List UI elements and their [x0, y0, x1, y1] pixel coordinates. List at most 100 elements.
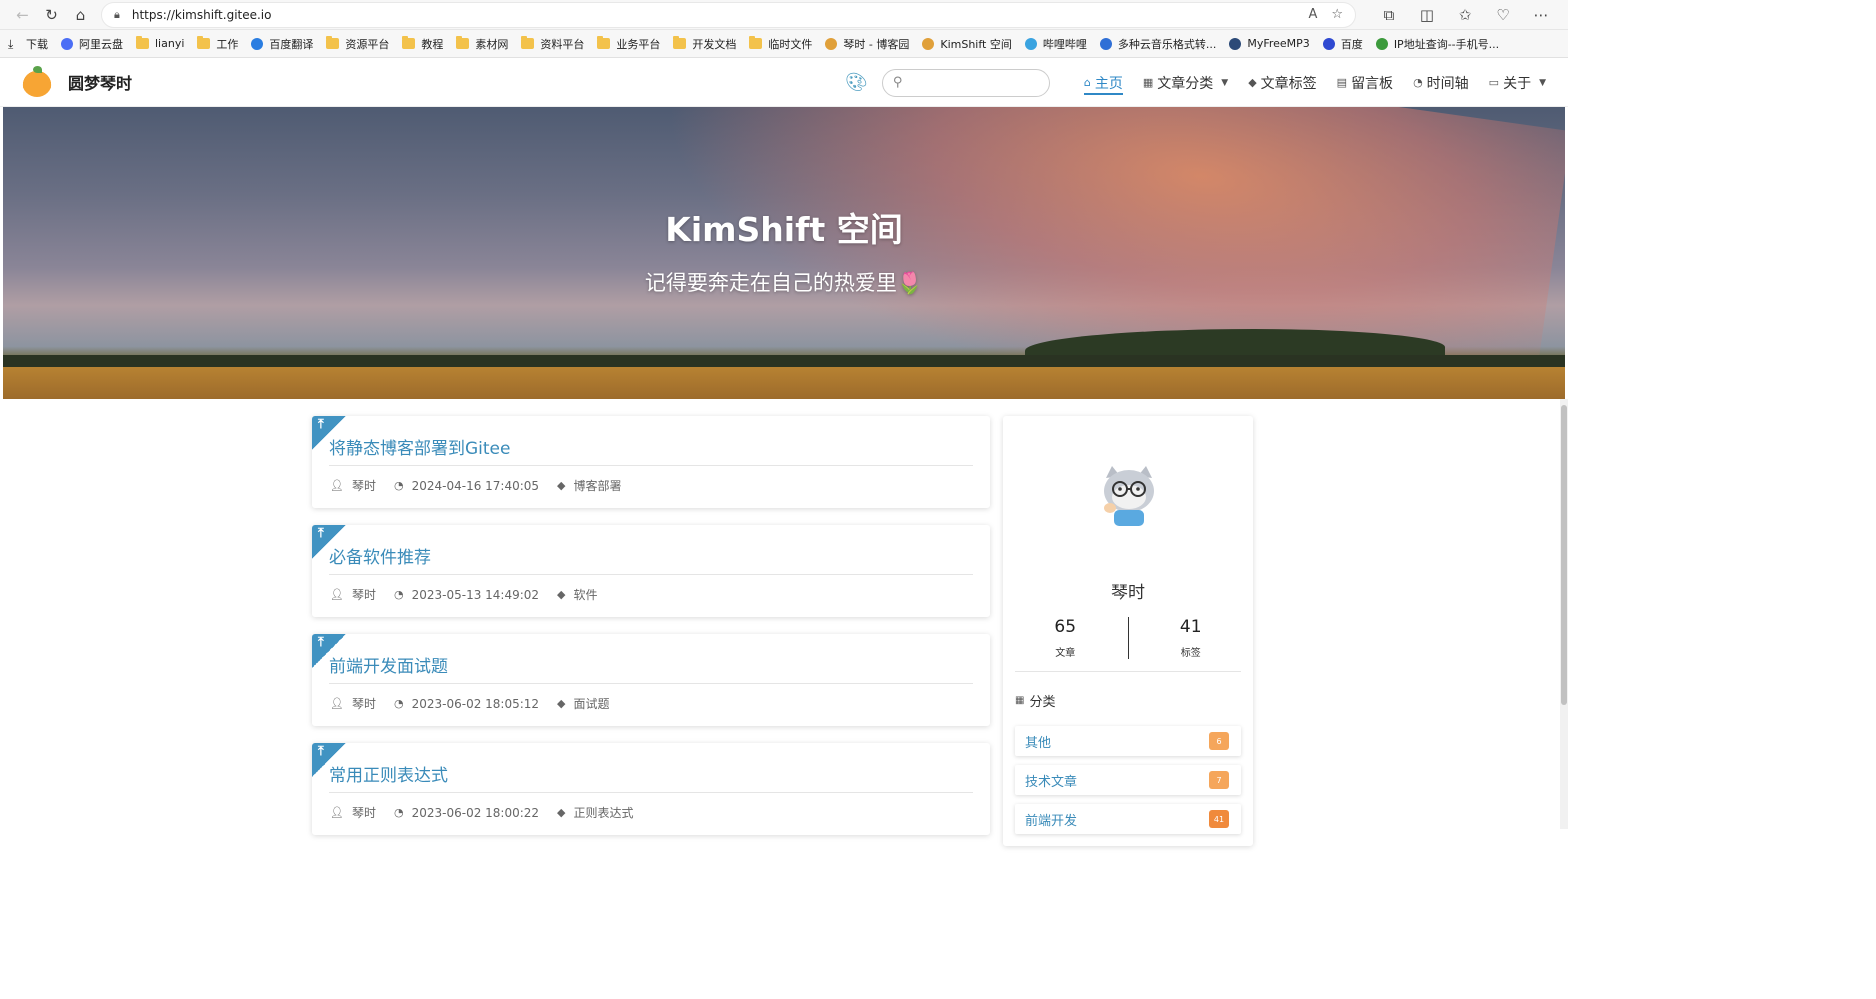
bookmark-label: 素材网 — [475, 37, 509, 51]
main-nav: ⌂ 主页 ▦ 文章分类 ▼ ◆ 文章标签 ▤ 留言板 ◔ 时间轴 ▭ 关于 ▼ — [1064, 58, 1546, 107]
bookmark-item[interactable]: 素材网 — [456, 36, 508, 52]
pin-top-icon: ⤒ — [318, 744, 324, 759]
hero-banner: KimShift 空间 记得要奔走在自己的热爱里🌷 — [3, 107, 1565, 399]
post-author: 琴时 — [351, 588, 376, 602]
scrollbar-thumb[interactable] — [1561, 405, 1567, 705]
nav-item-label: 文章标签 — [1260, 75, 1317, 92]
bookmark-label: 百度 — [1340, 37, 1363, 51]
bookmark-item[interactable]: 工作 — [197, 36, 238, 52]
bookmark-item[interactable]: 多种云音乐格式转... — [1099, 36, 1216, 52]
bookmark-label: IP地址查询--手机号... — [1393, 37, 1500, 51]
post-date: 2023-06-02 18:00:22 — [411, 805, 540, 820]
page-scrollbar[interactable] — [1560, 399, 1568, 829]
nav-item[interactable]: ◔ 时间轴 — [1413, 58, 1469, 107]
post-author: 琴时 — [351, 806, 376, 820]
nav-item-label: 关于 — [1503, 75, 1532, 92]
category-count-badge: 41 — [1209, 810, 1229, 828]
category-label: 其他 — [1025, 735, 1052, 751]
post-title[interactable]: 常用正则表达式 — [329, 761, 448, 786]
stat-tags[interactable]: 41 标签 — [1129, 617, 1254, 661]
category-item[interactable]: 其他 6 — [1015, 726, 1241, 756]
bookmark-item[interactable]: 业务平台 — [597, 36, 660, 52]
split-screen-icon[interactable]: ◫ — [1408, 1, 1446, 29]
post-tag[interactable]: 博客部署 — [574, 477, 622, 494]
bookmark-label: KimShift 空间 — [940, 37, 1012, 51]
download-icon: ⤓ — [8, 36, 14, 51]
favorites-icon[interactable]: ✩ — [1446, 1, 1484, 29]
avatar[interactable] — [1098, 464, 1160, 526]
bookmark-item[interactable]: 百度翻译 — [251, 36, 313, 52]
category-item[interactable]: 技术文章 7 — [1015, 765, 1241, 795]
category-item[interactable]: 前端开发 41 — [1015, 804, 1241, 834]
post-tag[interactable]: 面试题 — [574, 695, 610, 712]
search-box[interactable]: ⚲ — [881, 68, 1050, 97]
bookmark-label: 工作 — [216, 37, 239, 51]
bookmark-item[interactable]: MyFreeMP3 — [1229, 37, 1310, 50]
site-title[interactable]: 圆梦琴时 — [68, 70, 132, 94]
stat-tags-num: 41 — [1179, 617, 1202, 637]
bookmark-item[interactable]: 百度 — [1322, 36, 1363, 52]
bookmark-item[interactable]: IP地址查询--手机号... — [1375, 36, 1500, 52]
bookmark-item[interactable]: KimShift 空间 — [922, 36, 1012, 52]
orange-logo-icon[interactable] — [22, 66, 52, 97]
clock-icon: ◔ — [393, 697, 404, 710]
search-input[interactable] — [908, 75, 1029, 90]
extensions-icon[interactable]: ⧉ — [1370, 1, 1408, 29]
home-icon[interactable]: ⌂ — [66, 1, 95, 29]
address-bar[interactable]: 🔒︎ https://kimshift.gitee.io A ☆ — [101, 1, 1356, 28]
bookmark-label: 百度翻译 — [269, 37, 314, 51]
nav-item[interactable]: ◆ 文章标签 — [1248, 58, 1316, 107]
nav-item[interactable]: ▤ 留言板 — [1337, 58, 1393, 107]
chat-icon: ▭ — [1488, 76, 1500, 89]
bookmark-item[interactable]: 琴时 - 博客园 — [825, 36, 909, 52]
nav-item[interactable]: ⌂ 主页 — [1083, 58, 1123, 107]
pin-top-icon: ⤒ — [318, 526, 324, 541]
bookmark-item[interactable]: 开发文档 — [673, 36, 736, 52]
post-card: ⤒ 必备软件推荐 👤︎ 琴时 ◔ 2023-05-13 14:49:02 ◆ 软件 — [312, 525, 990, 617]
browser-essentials-icon[interactable]: ♡ — [1484, 1, 1522, 29]
bookmark-item[interactable]: 阿里云盘 — [61, 36, 123, 52]
post-date: 2023-05-13 14:49:02 — [411, 587, 540, 602]
palette-icon[interactable]: 🎨︎ — [845, 72, 868, 93]
bookmark-label: 开发文档 — [692, 37, 737, 51]
nav-item[interactable]: ▭ 关于 ▼ — [1489, 58, 1546, 107]
refresh-icon[interactable]: ↻ — [37, 1, 66, 29]
mp3-icon — [1229, 37, 1242, 50]
read-aloud-icon[interactable]: A — [1308, 7, 1317, 22]
stat-articles[interactable]: 65 文章 — [1003, 617, 1128, 661]
caret-down-icon: ▼ — [1221, 77, 1229, 88]
post-title[interactable]: 必备软件推荐 — [329, 543, 431, 568]
post-card: ⤒ 常用正则表达式 👤︎ 琴时 ◔ 2023-06-02 18:00:22 ◆ 正则表达式 — [312, 743, 990, 835]
pin-top-icon: ⤒ — [318, 635, 324, 650]
bookmark-item[interactable]: 教程 — [402, 36, 443, 52]
bookmark-item[interactable]: lianyi — [136, 36, 184, 50]
search-icon: ⚲ — [892, 75, 903, 90]
nav-item[interactable]: ▦ 文章分类 ▼ — [1143, 58, 1228, 107]
post-tag[interactable]: 正则表达式 — [574, 804, 634, 821]
post-divider — [329, 465, 973, 466]
clock-icon: ◔ — [393, 479, 404, 492]
bookmark-item[interactable]: 哔哩哔哩 — [1024, 36, 1087, 52]
post-list: ⤒ 将静态博客部署到Gitee 👤︎ 琴时 ◔ 2024-04-16 17:40:05 ◆ 博… — [312, 416, 990, 852]
grid-icon: ▦ — [1015, 695, 1025, 706]
stat-articles-num: 65 — [1054, 617, 1077, 637]
hero-subtitle: 记得要奔走在自己的热爱里🌷 — [644, 271, 924, 295]
category-label: 技术文章 — [1025, 774, 1078, 790]
url-text[interactable]: https://kimshift.gitee.io — [132, 8, 1295, 22]
bookmark-item[interactable]: 资源平台 — [326, 36, 389, 52]
bookmark-label: 下载 — [26, 37, 48, 51]
hero-field — [3, 367, 1565, 399]
translate-icon — [251, 37, 264, 50]
post-title[interactable]: 前端开发面试题 — [329, 652, 448, 677]
post-title[interactable]: 将静态博客部署到Gitee — [329, 434, 510, 459]
bookmark-item[interactable]: ⤓ 下载 — [8, 36, 48, 52]
bookmark-item[interactable]: 资料平台 — [521, 36, 584, 52]
bookmark-item[interactable]: 临时文件 — [749, 36, 812, 52]
caret-down-icon: ▼ — [1539, 77, 1546, 88]
folder-icon — [197, 36, 211, 49]
post-tag[interactable]: 软件 — [574, 586, 598, 603]
bookmark-label: 资料平台 — [540, 37, 585, 51]
more-menu-icon[interactable]: ⋯ — [1522, 1, 1560, 29]
back-icon[interactable]: ← — [8, 1, 37, 29]
favorite-star-icon[interactable]: ☆ — [1331, 7, 1343, 22]
